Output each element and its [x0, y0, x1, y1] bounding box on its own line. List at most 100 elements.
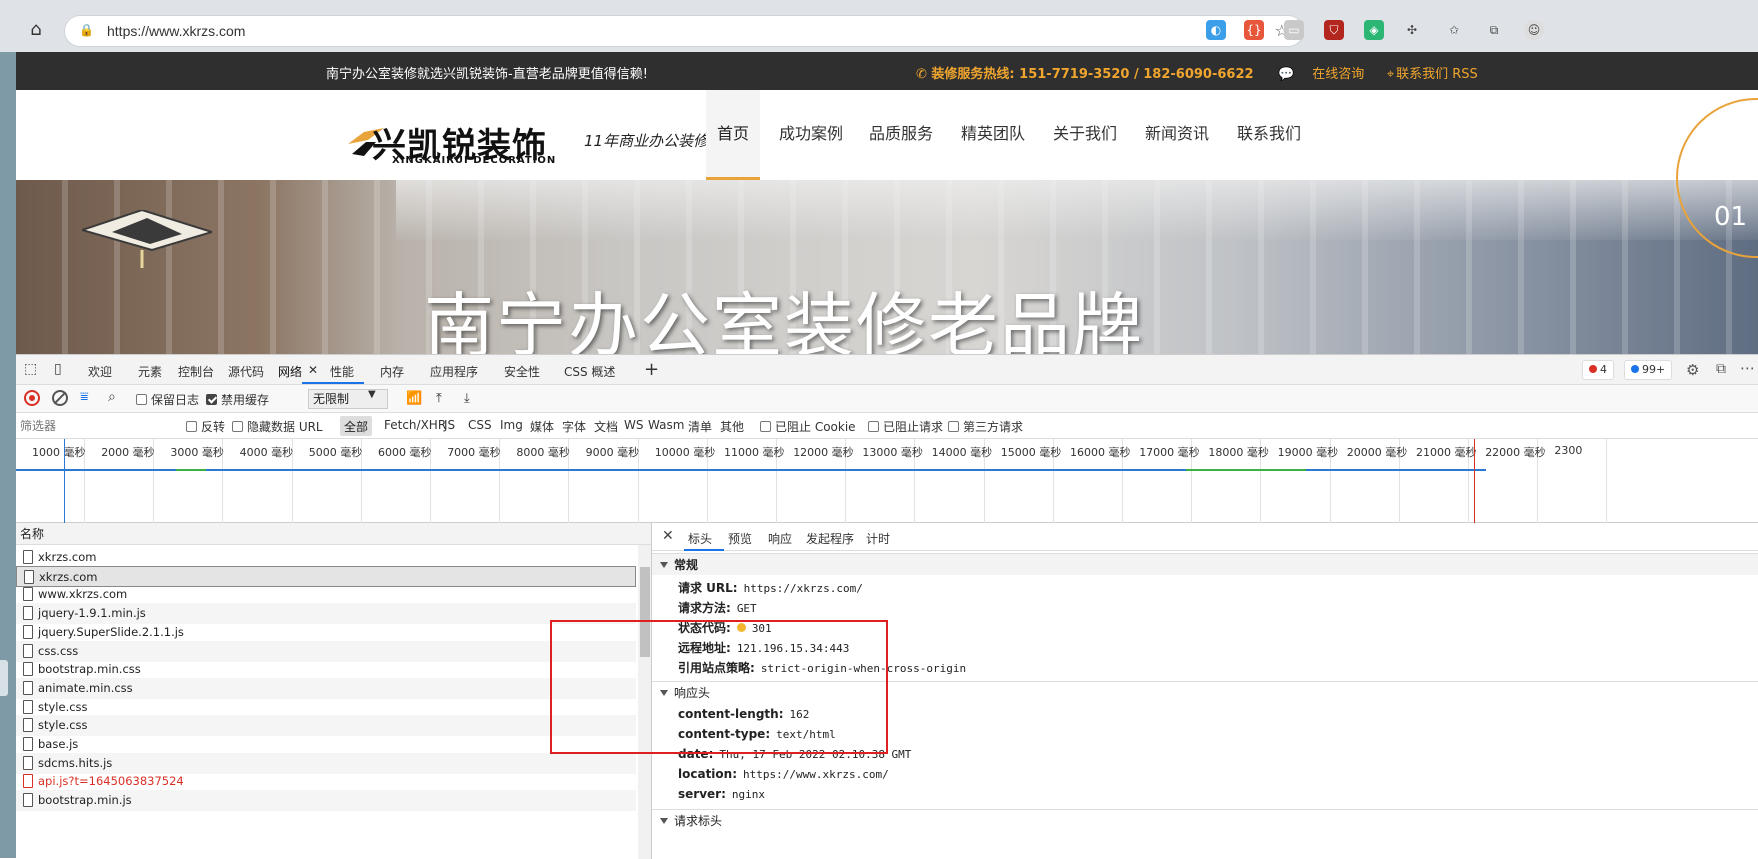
filter-ws[interactable]: WS: [624, 418, 643, 432]
filter-img[interactable]: Img: [500, 418, 523, 432]
profile-avatar[interactable]: ☺: [1524, 20, 1544, 40]
import-har-icon[interactable]: ⤒: [436, 391, 442, 406]
tab-memory[interactable]: 内存: [380, 363, 404, 380]
request-row[interactable]: bootstrap.min.js: [16, 790, 636, 812]
third-party-checkbox[interactable]: 第三方请求: [948, 418, 1023, 435]
request-headers-section-header[interactable]: 请求标头: [652, 809, 1758, 831]
hotline-numbers[interactable]: 151-7719-3520 / 182-6090-6622: [1019, 67, 1253, 82]
request-name: sdcms.hits.js: [38, 755, 113, 770]
side-handle[interactable]: [0, 660, 8, 696]
filter-manifest[interactable]: 清单: [688, 418, 712, 435]
filter-css[interactable]: CSS: [468, 418, 492, 432]
tab-response[interactable]: 响应: [768, 530, 792, 547]
devtools-tabbar: ⬚ ▯ 欢迎 元素 控制台 源代码 网络 ✕ 性能 内存 应用程序 安全性 CS…: [16, 355, 1758, 385]
timeline-tick-label: 18000 毫秒: [1208, 446, 1269, 459]
lamp-graphic: [82, 210, 212, 268]
address-bar[interactable]: 🔒 https://www.xkrzs.com ☆: [64, 15, 1304, 47]
nav-team[interactable]: 精英团队: [958, 90, 1028, 180]
tab-network[interactable]: 网络: [278, 363, 302, 380]
filter-other[interactable]: 其他: [720, 418, 744, 435]
nav-news[interactable]: 新闻资讯: [1142, 90, 1212, 180]
network-conditions-icon[interactable]: 📶: [406, 391, 422, 406]
lock-icon[interactable]: 🔒: [79, 23, 95, 39]
tab-console[interactable]: 控制台: [178, 363, 214, 380]
more-options-icon[interactable]: ⋯: [1740, 359, 1755, 377]
tab-performance[interactable]: 性能: [330, 363, 354, 380]
general-row-url: 请求 URL: https://xkrzs.com/: [678, 581, 863, 595]
tab-security[interactable]: 安全性: [504, 363, 540, 380]
tab-css-overview[interactable]: CSS 概述: [564, 363, 615, 380]
request-name: base.js: [38, 737, 79, 751]
location-icon: ⌖: [1386, 67, 1395, 82]
preserve-log-checkbox[interactable]: 保留日志: [136, 391, 199, 408]
close-icon[interactable]: ✕: [662, 528, 674, 544]
home-icon[interactable]: ⌂: [22, 18, 50, 42]
throttle-select[interactable]: 无限制: [308, 389, 388, 409]
extension-icon-2[interactable]: {}: [1244, 20, 1264, 40]
dock-icon[interactable]: ⧉: [1716, 361, 1726, 377]
request-name: bootstrap.min.js: [38, 793, 132, 808]
add-tab-icon[interactable]: +: [644, 359, 659, 380]
hide-data-url-checkbox[interactable]: 隐藏数据 URL: [232, 418, 323, 435]
nav-service[interactable]: 品质服务: [866, 90, 936, 180]
favorites-icon[interactable]: ✩: [1444, 20, 1464, 40]
blocked-cookies-checkbox[interactable]: 已阻止 Cookie: [760, 418, 856, 435]
extension-icon-5[interactable]: ◈: [1364, 20, 1384, 40]
tab-application[interactable]: 应用程序: [430, 363, 478, 380]
extension-icon-3[interactable]: ▭: [1284, 20, 1304, 40]
tab-timing[interactable]: 计时: [866, 530, 890, 547]
filter-all[interactable]: 全部: [340, 416, 373, 436]
url-text[interactable]: https://www.xkrzs.com: [107, 23, 245, 39]
tab-elements[interactable]: 元素: [138, 363, 162, 380]
clear-icon[interactable]: [52, 390, 68, 406]
message-count-badge[interactable]: 99+: [1624, 360, 1673, 380]
filter-input[interactable]: [20, 416, 188, 436]
file-icon: [23, 680, 33, 695]
file-icon: [23, 550, 33, 564]
record-icon[interactable]: [24, 390, 40, 406]
invert-checkbox[interactable]: 反转: [186, 418, 225, 435]
extensions-puzzle-icon[interactable]: ✣: [1402, 20, 1422, 40]
device-emulation-icon[interactable]: ▯: [54, 361, 62, 377]
nav-about[interactable]: 关于我们: [1050, 90, 1120, 180]
filter-wasm[interactable]: Wasm: [648, 418, 684, 432]
blocked-requests-checkbox[interactable]: 已阻止请求: [868, 418, 943, 435]
collections-icon[interactable]: ⧉: [1484, 20, 1504, 40]
contact-rss-link[interactable]: 联系我们 RSS: [1396, 67, 1478, 82]
tab-sources[interactable]: 源代码: [228, 363, 264, 380]
network-timeline-overview[interactable]: 1000 毫秒 2000 毫秒 3000 毫秒 4000 毫秒 5000 毫秒 6000 …: [16, 439, 1758, 523]
gear-icon[interactable]: ⚙: [1686, 361, 1699, 379]
inspect-element-icon[interactable]: ⬚: [24, 361, 37, 377]
column-header-name[interactable]: 名称: [16, 523, 651, 545]
filter-js[interactable]: JS: [444, 418, 455, 432]
disable-cache-checkbox[interactable]: 禁用缓存: [206, 391, 269, 408]
filter-media[interactable]: 媒体: [530, 418, 554, 435]
file-icon: [23, 662, 33, 677]
tab-network-close-icon[interactable]: ✕: [308, 363, 318, 377]
timeline-tick-label: 12000 毫秒: [793, 446, 854, 459]
active-tab-indicator: [302, 382, 364, 384]
search-icon[interactable]: ⌕: [108, 389, 116, 405]
filter-icon[interactable]: ⩸: [80, 389, 89, 405]
general-section-header[interactable]: 常规: [652, 553, 1758, 575]
timeline-tick-label: 15000 毫秒: [1000, 446, 1062, 459]
nav-home[interactable]: 首页: [706, 90, 760, 180]
nav-contact[interactable]: 联系我们: [1234, 90, 1304, 180]
tab-initiator[interactable]: 发起程序: [806, 530, 854, 547]
filter-doc[interactable]: 文档: [594, 418, 618, 435]
chevron-down-icon[interactable]: ▼: [368, 389, 376, 400]
hero-banner[interactable]: 南宁办公室装修老品牌: [16, 180, 1758, 354]
nav-cases[interactable]: 成功案例: [776, 90, 846, 180]
filter-font[interactable]: 字体: [562, 418, 586, 435]
online-consult-link[interactable]: 在线咨询: [1312, 67, 1364, 82]
tab-preview[interactable]: 预览: [728, 530, 752, 547]
error-count-badge[interactable]: 4: [1582, 360, 1614, 380]
export-har-icon[interactable]: ⤓: [464, 391, 470, 406]
request-name: style.css: [38, 718, 88, 733]
tab-headers[interactable]: 标头: [688, 530, 712, 547]
extension-icon-4[interactable]: ⛉: [1324, 20, 1344, 40]
tab-welcome[interactable]: 欢迎: [88, 363, 112, 380]
filter-fetch-xhr[interactable]: Fetch/XHR: [384, 418, 446, 432]
network-filter-bar: 反转 隐藏数据 URL 全部 Fetch/XHR JS CSS Img 媒体 字…: [16, 413, 1758, 439]
extension-icon-1[interactable]: ◐: [1206, 20, 1226, 40]
